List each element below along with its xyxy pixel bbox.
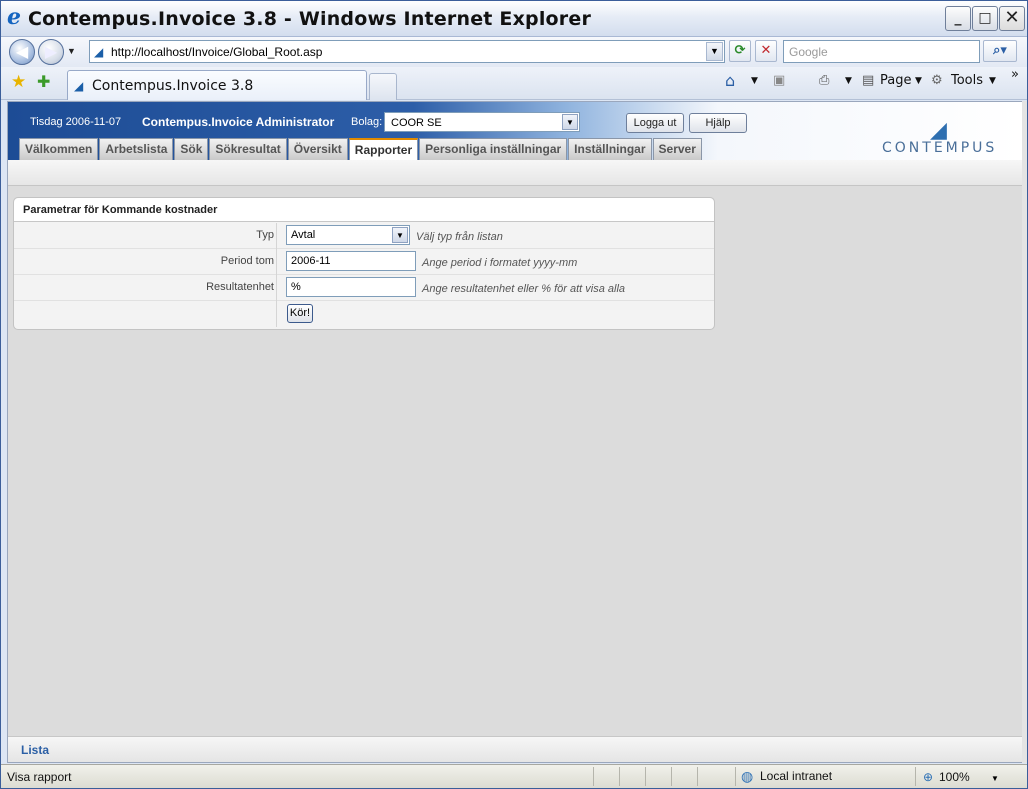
- chevron-down-icon[interactable]: ▼: [562, 114, 578, 130]
- tools-dropdown-icon[interactable]: ▼: [989, 76, 996, 86]
- zoom-icon[interactable]: ⊕: [923, 770, 933, 784]
- tab-inställningar[interactable]: Inställningar: [568, 138, 652, 160]
- period-label: Period tom: [220, 255, 274, 267]
- history-dropdown-icon[interactable]: ▼: [67, 46, 76, 56]
- period-row: Period tom 2006-11 Ange period i formate…: [14, 249, 714, 275]
- new-tab-button[interactable]: [369, 73, 397, 100]
- chevron-down-icon[interactable]: ▼: [392, 227, 408, 243]
- address-dropdown-icon[interactable]: ▼: [706, 42, 723, 61]
- app-header: Tisdag 2006-11-07 Contempus.Invoice Admi…: [8, 102, 1022, 160]
- forward-button[interactable]: ▶: [38, 39, 64, 65]
- browser-tab[interactable]: ◢ Contempus.Invoice 3.8: [67, 70, 367, 100]
- back-icon: ◀: [15, 42, 29, 61]
- stop-icon[interactable]: ✕: [755, 40, 777, 62]
- favorites-star-icon[interactable]: ★: [11, 72, 26, 92]
- tab-sök[interactable]: Sök: [174, 138, 209, 160]
- tab-arbetslista[interactable]: Arbetslista: [99, 138, 174, 160]
- sub-header-strip: [8, 160, 1022, 186]
- home-icon[interactable]: ⌂: [725, 71, 735, 90]
- typ-label: Typ: [256, 229, 274, 241]
- page-footer: Lista: [8, 736, 1022, 762]
- close-button[interactable]: ✕: [999, 6, 1025, 31]
- result-label: Resultatenhet: [206, 281, 274, 293]
- current-date: Tisdag 2006-11-07: [30, 116, 122, 128]
- print-icon[interactable]: ⎙: [819, 73, 829, 88]
- tools-menu[interactable]: Tools: [951, 73, 983, 88]
- minimize-button[interactable]: _: [945, 6, 971, 31]
- status-bar: Visa rapport ◍ Local intranet ⊕ 100% ▼: [1, 764, 1027, 788]
- ie-logo-icon: e: [7, 4, 21, 30]
- bolag-select[interactable]: COOR SE ▼: [384, 112, 580, 132]
- forward-icon: ▶: [44, 42, 58, 61]
- period-input[interactable]: 2006-11: [286, 251, 416, 271]
- zoom-level[interactable]: 100%: [939, 770, 970, 784]
- address-url[interactable]: http://localhost/Invoice/Global_Root.asp: [111, 45, 322, 59]
- help-button[interactable]: Hjälp: [689, 113, 747, 133]
- search-input[interactable]: Google: [783, 40, 980, 63]
- typ-row: Typ Avtal ▼ Välj typ från listan: [14, 223, 714, 249]
- user-name: Contempus.Invoice Administrator: [142, 115, 335, 129]
- globe-icon: ◍: [741, 768, 754, 784]
- chevron-more-icon[interactable]: »: [1011, 67, 1019, 82]
- address-bar[interactable]: ◢ http://localhost/Invoice/Global_Root.a…: [89, 40, 725, 63]
- period-hint: Ange period i formatet yyyy-mm: [422, 257, 578, 269]
- logo-text: CONTEMPUS: [882, 140, 998, 156]
- page-menu[interactable]: Page: [880, 73, 911, 88]
- result-row: Resultatenhet % Ange resultatenhet eller…: [14, 275, 714, 301]
- page-content: Tisdag 2006-11-07 Contempus.Invoice Admi…: [7, 101, 1023, 763]
- logout-button[interactable]: Logga ut: [626, 113, 684, 133]
- tab-personliga-inställningar[interactable]: Personliga inställningar: [419, 138, 568, 160]
- title-bar: e Contempus.Invoice 3.8 - Windows Intern…: [1, 1, 1027, 37]
- page-icon: ▤: [862, 73, 875, 88]
- scrollbar[interactable]: [1022, 101, 1027, 763]
- home-dropdown-icon[interactable]: ▼: [751, 76, 758, 86]
- window-title: Contempus.Invoice 3.8 - Windows Internet…: [28, 8, 592, 30]
- contempus-logo: ◢ CONTEMPUS: [882, 118, 1016, 156]
- maximize-button[interactable]: □: [972, 6, 998, 31]
- feeds-icon[interactable]: ▣: [773, 73, 785, 88]
- typ-value: Avtal: [291, 229, 316, 241]
- result-input[interactable]: %: [286, 277, 416, 297]
- back-button[interactable]: ◀: [9, 39, 35, 65]
- page-dropdown-icon[interactable]: ▼: [915, 76, 922, 86]
- lista-link[interactable]: Lista: [21, 743, 49, 757]
- run-button[interactable]: Kör!: [287, 304, 313, 323]
- tab-rapporter[interactable]: Rapporter: [348, 138, 419, 160]
- search-icon[interactable]: ⌕▾: [983, 40, 1017, 62]
- panel-title: Parametrar för Kommande kostnader: [14, 198, 714, 222]
- tab-server[interactable]: Server: [652, 138, 702, 160]
- typ-hint: Välj typ från listan: [416, 231, 503, 243]
- print-dropdown-icon[interactable]: ▼: [845, 76, 852, 86]
- tab-översikt[interactable]: Översikt: [287, 138, 348, 160]
- tab-välkommen[interactable]: Välkommen: [19, 138, 99, 160]
- parameters-panel: Parametrar för Kommande kostnader Typ Av…: [13, 197, 715, 330]
- zoom-dropdown-icon[interactable]: ▼: [991, 774, 999, 783]
- browser-window: e Contempus.Invoice 3.8 - Windows Intern…: [0, 0, 1028, 789]
- status-text: Visa rapport: [7, 770, 72, 784]
- page-favicon-icon: ◢: [74, 79, 84, 93]
- typ-select[interactable]: Avtal ▼: [286, 225, 410, 245]
- page-favicon-icon: ◢: [94, 45, 104, 59]
- add-favorites-icon[interactable]: ✚: [37, 72, 50, 92]
- tab-toolbar: ★ ✚ ◢ Contempus.Invoice 3.8 ⌂ ▼ ▣ ⎙ ▼ ▤ …: [1, 67, 1027, 100]
- refresh-icon[interactable]: ⟳: [729, 40, 751, 62]
- security-zone: Local intranet: [760, 769, 833, 783]
- tools-gear-icon: ⚙: [931, 73, 943, 88]
- bolag-label: Bolag:: [351, 116, 383, 128]
- result-hint: Ange resultatenhet eller % för att visa …: [422, 283, 626, 295]
- tab-sökresultat[interactable]: Sökresultat: [209, 138, 287, 160]
- address-toolbar: ◀ ▶ ▼ ◢ http://localhost/Invoice/Global_…: [1, 37, 1027, 67]
- action-row: Kör!: [14, 301, 714, 327]
- bolag-value: COOR SE: [391, 117, 442, 129]
- tab-title: Contempus.Invoice 3.8: [92, 78, 254, 94]
- main-tabs: Välkommen Arbetslista Sök Sökresultat Översi…: [19, 138, 703, 160]
